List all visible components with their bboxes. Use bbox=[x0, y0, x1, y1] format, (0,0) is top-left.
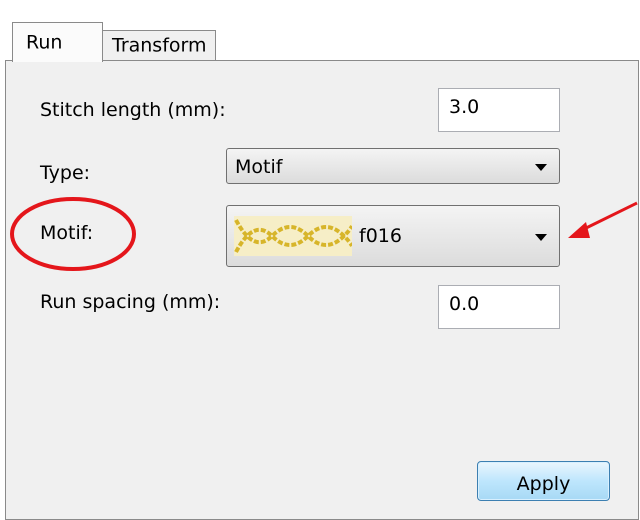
type-value: Motif bbox=[235, 156, 283, 178]
run-spacing-field[interactable]: 0.0 bbox=[438, 285, 560, 329]
run-spacing-value: 0.0 bbox=[449, 293, 480, 315]
stitch-length-value: 3.0 bbox=[449, 96, 480, 118]
type-dropdown[interactable]: Motif bbox=[226, 148, 560, 184]
type-label: Type: bbox=[40, 162, 91, 184]
motif-value: f016 bbox=[359, 225, 402, 247]
run-settings-panel: Stitch length (mm): 3.0 Type: Motif Moti… bbox=[5, 60, 639, 520]
motif-label: Motif: bbox=[40, 222, 94, 244]
chevron-down-icon bbox=[535, 234, 547, 241]
motif-preview-icon bbox=[234, 216, 352, 256]
tab-transform[interactable]: Transform bbox=[101, 30, 216, 61]
stitch-length-field[interactable]: 3.0 bbox=[438, 88, 560, 132]
tab-transform-label: Transform bbox=[112, 34, 207, 57]
run-spacing-label: Run spacing (mm): bbox=[40, 291, 221, 313]
apply-button-label: Apply bbox=[516, 473, 571, 495]
motif-dropdown[interactable]: f016 bbox=[226, 205, 560, 267]
apply-button[interactable]: Apply bbox=[477, 461, 610, 501]
tab-run-label: Run bbox=[26, 31, 63, 53]
tab-run[interactable]: Run bbox=[12, 22, 103, 62]
chevron-down-icon bbox=[535, 164, 547, 171]
stitch-length-label: Stitch length (mm): bbox=[40, 99, 226, 121]
